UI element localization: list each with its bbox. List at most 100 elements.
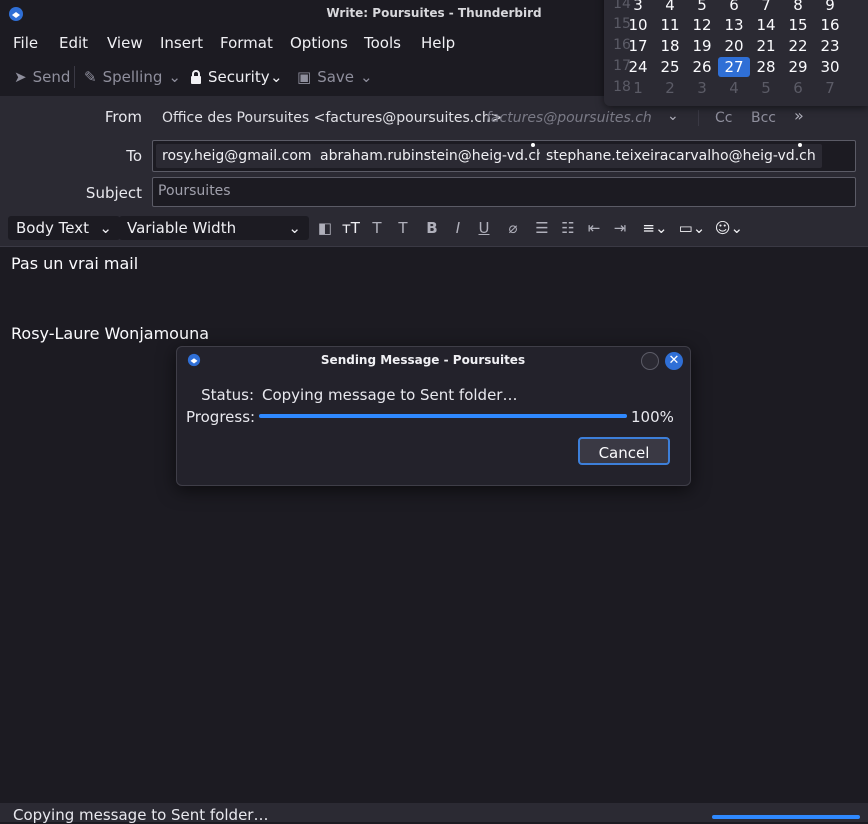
calendar-day[interactable]: 18 — [654, 36, 686, 56]
recipient-pill[interactable]: stephane.teixeiracarvalho@heig-vd.ch — [540, 144, 822, 168]
spelling-label: Spelling — [102, 68, 163, 86]
from-select[interactable]: Office des Poursuites <factures@poursuit… — [162, 110, 503, 126]
emoji-icon[interactable]: ☺⌄ — [714, 218, 744, 238]
calendar-day[interactable]: 5 — [686, 0, 718, 15]
calendar-day[interactable]: 23 — [814, 36, 846, 56]
underline-icon[interactable]: U — [475, 218, 493, 238]
security-label: Security — [208, 68, 270, 86]
recipient-pill[interactable]: rosy.heig@gmail.com — [156, 144, 318, 168]
save-label: Save — [317, 68, 355, 86]
cc-button[interactable]: Cc — [715, 110, 732, 126]
calendar-day[interactable]: 9 — [814, 0, 846, 15]
body-line: Pas un vrai mail — [11, 254, 139, 273]
chevron-down-icon: ⌄ — [270, 68, 283, 86]
chevron-down-icon[interactable]: ⌄ — [667, 108, 679, 124]
calendar-day[interactable]: 27 — [718, 57, 750, 77]
calendar-day[interactable]: 10 — [622, 15, 654, 35]
cancel-button[interactable]: Cancel — [578, 437, 670, 465]
calendar-day[interactable]: 7 — [814, 78, 846, 98]
calendar-day[interactable]: 6 — [782, 78, 814, 98]
minimize-button[interactable] — [641, 352, 659, 370]
security-dropdown[interactable]: ⌄ — [270, 66, 283, 88]
calendar-day[interactable]: 3 — [686, 78, 718, 98]
calendar-day[interactable]: 11 — [654, 15, 686, 35]
menu-file[interactable]: File — [13, 34, 38, 52]
calendar-day[interactable]: 5 — [750, 78, 782, 98]
calendar-day[interactable]: 24 — [622, 57, 654, 77]
calendar-day[interactable]: 22 — [782, 36, 814, 56]
calendar-day[interactable]: 7 — [750, 0, 782, 15]
calendar-day[interactable]: 13 — [718, 15, 750, 35]
chevron-down-icon[interactable]: ⌄ — [360, 68, 373, 86]
menu-tools[interactable]: Tools — [364, 34, 401, 52]
calendar-day[interactable]: 25 — [654, 57, 686, 77]
calendar-day[interactable]: 16 — [814, 15, 846, 35]
larger-text-icon[interactable]: T — [394, 218, 412, 238]
calendar-day[interactable]: 30 — [814, 57, 846, 77]
calendar-day[interactable]: 26 — [686, 57, 718, 77]
remove-formatting-icon[interactable]: ⌀ — [504, 218, 522, 238]
calendar-day[interactable]: 17 — [622, 36, 654, 56]
save-button[interactable]: ▣ Save ⌄ — [297, 66, 373, 88]
calendar-day[interactable]: 1 — [622, 78, 654, 98]
calendar-day[interactable]: 6 — [718, 0, 750, 15]
calendar-day[interactable]: 12 — [686, 15, 718, 35]
font-select[interactable]: Variable Width ⌄ — [119, 216, 309, 240]
from-label: From — [104, 108, 142, 126]
calendar-day[interactable]: 19 — [686, 36, 718, 56]
calendar-day[interactable]: 4 — [718, 78, 750, 98]
calendar-day[interactable]: 15 — [782, 15, 814, 35]
italic-icon[interactable]: I — [449, 218, 467, 238]
subject-label: Subject — [85, 184, 142, 202]
insert-image-icon[interactable]: ▭⌄ — [677, 218, 707, 238]
close-icon[interactable]: ✕ — [665, 352, 683, 370]
to-label: To — [126, 147, 142, 165]
calendar-day[interactable]: 3 — [622, 0, 654, 15]
indent-icon[interactable]: ⇥ — [611, 218, 629, 238]
smaller-text-icon[interactable]: T — [368, 218, 386, 238]
bcc-button[interactable]: Bcc — [751, 110, 776, 126]
progress-label: Progress: — [186, 408, 256, 426]
progress-bar — [259, 414, 627, 418]
calendar-day[interactable]: 21 — [750, 36, 782, 56]
menu-format[interactable]: Format — [220, 34, 273, 52]
text-color-icon[interactable]: ◧ — [316, 218, 334, 238]
spelling-button[interactable]: ✎ Spelling ⌄ — [84, 66, 181, 88]
calendar-day[interactable]: 8 — [782, 0, 814, 15]
recipient-status-dot — [798, 143, 802, 147]
progress-fill — [259, 414, 627, 418]
menu-options[interactable]: Options — [290, 34, 348, 52]
status-progress-bar — [712, 815, 860, 819]
lock-icon — [191, 70, 201, 84]
align-icon[interactable]: ≡⌄ — [640, 218, 670, 238]
menu-insert[interactable]: Insert — [160, 34, 203, 52]
numbered-list-icon[interactable]: ☷ — [559, 218, 577, 238]
calendar-day[interactable]: 29 — [782, 57, 814, 77]
calendar-day[interactable]: 28 — [750, 57, 782, 77]
calendar-day[interactable]: 20 — [718, 36, 750, 56]
send-button[interactable]: ➤ Send — [14, 66, 70, 88]
chevron-down-icon[interactable]: ⌄ — [168, 68, 181, 86]
status-bar-text: Copying message to Sent folder… — [13, 806, 269, 824]
from-hint: factures@poursuites.ch — [486, 110, 652, 126]
calendar-day[interactable]: 4 — [654, 0, 686, 15]
security-button[interactable]: Security — [190, 66, 270, 88]
status-value: Copying message to Sent folder… — [262, 386, 518, 404]
menu-view[interactable]: View — [107, 34, 143, 52]
menu-help[interactable]: Help — [421, 34, 455, 52]
calendar-day[interactable]: 2 — [654, 78, 686, 98]
recipient-pill[interactable]: abraham.rubinstein@heig-vd.ch — [314, 144, 551, 168]
bold-icon[interactable]: B — [423, 218, 441, 238]
chevron-down-icon: ⌄ — [99, 219, 112, 237]
menu-edit[interactable]: Edit — [59, 34, 88, 52]
more-fields-icon[interactable]: » — [794, 106, 804, 125]
chevron-down-icon: ⌄ — [288, 219, 301, 237]
outdent-icon[interactable]: ⇤ — [585, 218, 603, 238]
dialog-title: Sending Message - Poursuites — [320, 353, 526, 367]
bullet-list-icon[interactable]: ☰ — [533, 218, 551, 238]
paragraph-format-value: Body Text — [16, 219, 89, 237]
font-size-icon[interactable]: ᴛT — [342, 218, 360, 238]
paragraph-format-select[interactable]: Body Text ⌄ — [8, 216, 120, 240]
subject-field[interactable]: Poursuites — [152, 177, 856, 207]
calendar-day[interactable]: 14 — [750, 15, 782, 35]
